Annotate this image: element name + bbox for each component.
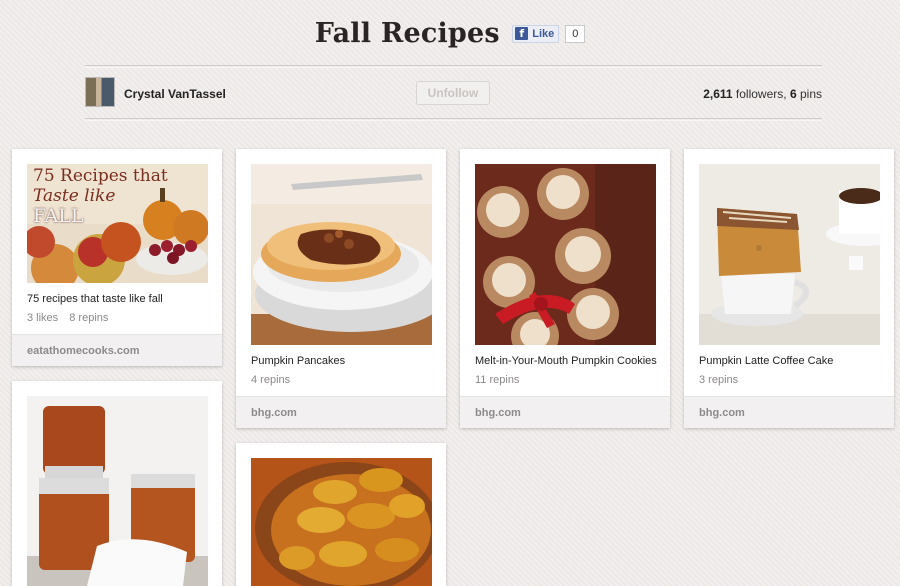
pin-image[interactable]	[27, 396, 208, 586]
pin-source[interactable]: bhg.com	[236, 396, 446, 428]
divider-highlight	[85, 120, 822, 121]
pin-image[interactable]	[251, 458, 432, 586]
divider-highlight	[85, 67, 822, 68]
pin-repins: 4 repins	[251, 374, 291, 386]
pin-description: Melt-in-Your-Mouth Pumpkin Cookies	[475, 355, 657, 367]
unfollow-button[interactable]: Unfollow	[416, 81, 490, 105]
board-stats: 2,611 followers, 6 pins	[703, 87, 822, 101]
pin-description: 75 recipes that taste like fall	[27, 293, 163, 305]
pin-image[interactable]	[699, 164, 880, 345]
facebook-like-count: 0	[565, 24, 586, 43]
pin-repins: 3 repins	[699, 374, 739, 386]
pin-description: Pumpkin Pancakes	[251, 355, 346, 367]
pin-description: Pumpkin Latte Coffee Cake	[699, 355, 834, 367]
pin-image[interactable]: 75 Recipes that Taste like FALL	[27, 164, 208, 283]
facebook-like-widget: f Like 0	[512, 24, 586, 43]
pin-image-overlay: 75 Recipes that Taste like FALL	[33, 166, 168, 226]
divider	[85, 118, 822, 119]
owner-name[interactable]: Crystal VanTassel	[124, 87, 226, 101]
pin-repins: 11 repins	[475, 374, 520, 386]
pin-repins: 8 repins	[69, 312, 109, 324]
followers-count: 2,611	[703, 87, 733, 101]
pin-card[interactable]	[12, 381, 222, 586]
avatar[interactable]	[85, 77, 115, 107]
board-title: Fall Recipes	[314, 18, 500, 49]
pin-card[interactable]: Pumpkin Latte Coffee Cake 3 repins bhg.c…	[684, 149, 894, 428]
pin-image-text: 75 Recipes that	[33, 166, 168, 186]
pin-card[interactable]: Pumpkin Pancakes 4 repins bhg.com	[236, 149, 446, 428]
pin-source[interactable]: bhg.com	[460, 396, 670, 428]
pin-source[interactable]: bhg.com	[684, 396, 894, 428]
facebook-like-label: Like	[532, 27, 555, 40]
pin-image[interactable]	[251, 164, 432, 345]
facebook-like-button[interactable]: f Like	[512, 24, 560, 43]
pin-card[interactable]: 75 Recipes that Taste like FALL 75 recip…	[12, 149, 222, 366]
pin-image-text: Taste like	[33, 186, 116, 206]
board-owner-bar: Crystal VanTassel Unfollow 2,611 followe…	[85, 77, 822, 109]
followers-label: followers,	[735, 87, 787, 101]
facebook-icon: f	[515, 27, 529, 40]
pin-stats: 3 likes 8 repins	[27, 312, 108, 324]
pins-count: 6	[789, 87, 797, 101]
pin-source[interactable]: eatathomecooks.com	[12, 334, 222, 366]
pins-label: pins	[799, 87, 822, 101]
pin-likes: 3 likes	[27, 312, 59, 324]
divider	[85, 65, 822, 66]
pin-card[interactable]: Melt-in-Your-Mouth Pumpkin Cookies 11 re…	[460, 149, 670, 428]
pin-card[interactable]	[236, 443, 446, 586]
pin-image-text: FALL	[33, 205, 84, 227]
board-header: Fall Recipes f Like 0	[0, 18, 900, 49]
pin-image[interactable]	[475, 164, 656, 345]
